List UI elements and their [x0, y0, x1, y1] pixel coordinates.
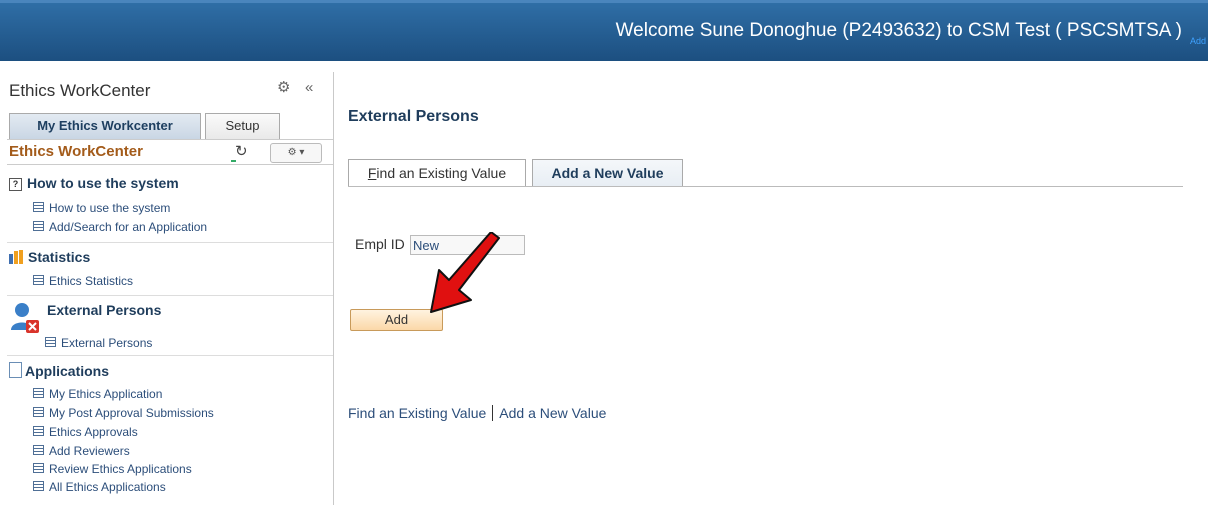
sidebar-link-post-approval[interactable]: My Post Approval Submissions: [33, 406, 214, 420]
person-remove-icon: [11, 303, 39, 333]
empl-id-label: Empl ID: [355, 236, 405, 252]
list-icon: [33, 407, 44, 417]
tab-my-ethics-workcenter[interactable]: My Ethics Workcenter: [9, 113, 201, 139]
sidebar-link-external-persons[interactable]: External Persons: [45, 336, 152, 350]
sidebar-link-ethics-statistics[interactable]: Ethics Statistics: [33, 274, 133, 288]
section-heading[interactable]: ? How to use the system: [9, 175, 179, 191]
list-icon: [33, 221, 44, 231]
list-icon: [33, 388, 44, 398]
sidebar-title: Ethics WorkCenter: [9, 81, 151, 100]
section-heading[interactable]: Statistics: [9, 249, 90, 265]
section-heading[interactable]: Applications: [9, 362, 109, 379]
gear-icon[interactable]: ⚙: [277, 78, 290, 96]
list-icon: [33, 445, 44, 455]
link-find-existing-value[interactable]: Find an Existing Value: [348, 405, 486, 421]
section-how-to-use: ? How to use the system How to use the sy…: [7, 165, 333, 243]
list-icon: [33, 275, 44, 285]
tab-setup[interactable]: Setup: [205, 113, 280, 139]
section-statistics: Statistics Ethics Statistics: [7, 243, 333, 296]
page-title: External Persons: [348, 108, 479, 125]
add-link[interactable]: Add: [1190, 36, 1206, 46]
welcome-text: Welcome Sune Donoghue (P2493632) to CSM …: [615, 20, 1182, 41]
sidebar-link-my-ethics-application[interactable]: My Ethics Application: [33, 387, 162, 401]
sidebar-link-review-applications[interactable]: Review Ethics Applications: [33, 462, 192, 476]
tab-add-new-value[interactable]: Add a New Value: [532, 159, 683, 186]
help-icon: ?: [9, 178, 22, 191]
link-add-new-value[interactable]: Add a New Value: [499, 405, 606, 421]
list-icon: [33, 481, 44, 491]
sidebar: Ethics WorkCenter ⚙ « My Ethics Workcent…: [7, 72, 334, 505]
tab-find-existing-value[interactable]: Find an Existing Value: [348, 159, 526, 186]
sidebar-link-ethics-approvals[interactable]: Ethics Approvals: [33, 425, 138, 439]
subheader-title: Ethics WorkCenter: [9, 143, 143, 160]
section-heading[interactable]: External Persons: [47, 302, 161, 318]
options-menu-button[interactable]: ⚙ ▾: [270, 143, 322, 163]
sidebar-link-add-search[interactable]: Add/Search for an Application: [33, 220, 207, 234]
bar-chart-icon: [9, 250, 25, 264]
top-banner: Welcome Sune Donoghue (P2493632) to CSM …: [0, 0, 1208, 61]
section-external-persons: External Persons External Persons: [7, 296, 333, 356]
sidebar-link-add-reviewers[interactable]: Add Reviewers: [33, 444, 130, 458]
collapse-icon[interactable]: «: [305, 79, 313, 96]
refresh-indicator: [231, 160, 236, 162]
list-icon: [33, 426, 44, 436]
section-applications: Applications My Ethics Application My Po…: [7, 356, 333, 505]
list-icon: [33, 202, 44, 212]
list-icon: [33, 463, 44, 473]
list-icon: [45, 337, 56, 347]
tab-divider: [348, 186, 1183, 187]
sidebar-subheader: Ethics WorkCenter ↻ ⚙ ▾: [7, 139, 333, 165]
document-icon: [9, 362, 22, 378]
link-separator: [492, 405, 494, 421]
refresh-icon[interactable]: ↻: [235, 142, 248, 160]
sidebar-link-all-applications[interactable]: All Ethics Applications: [33, 480, 166, 494]
bottom-links: Find an Existing Value Add a New Value: [348, 405, 606, 421]
red-arrow-annotation: [430, 232, 500, 313]
sidebar-link-how-to-use[interactable]: How to use the system: [33, 201, 170, 215]
